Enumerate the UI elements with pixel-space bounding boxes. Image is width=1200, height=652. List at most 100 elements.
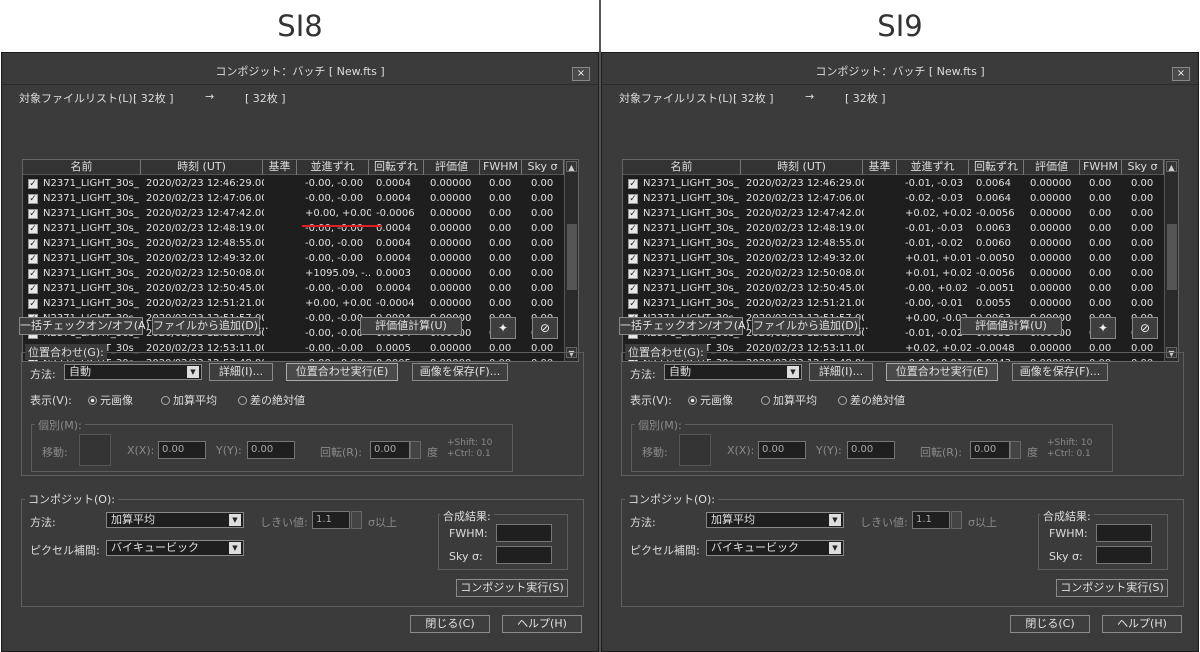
col-fwhm[interactable]: FWHM bbox=[480, 160, 522, 175]
row-checkbox[interactable]: ✓ bbox=[28, 224, 38, 234]
rot-stepper[interactable] bbox=[1010, 441, 1021, 459]
table-row[interactable]: ✓ N2371_LIGHT_30s_... 2020/02/23 12:51:21.… bbox=[623, 296, 1164, 311]
table-row[interactable]: ✓ N2371_LIGHT_30s_... 2020/02/23 12:50:08.… bbox=[623, 266, 1164, 281]
col-eval[interactable]: 評価値 bbox=[424, 160, 480, 175]
table-row[interactable]: ✓ N2371_LIGHT_30s_... 2020/02/23 12:49:32.… bbox=[623, 251, 1164, 266]
radio-original[interactable]: 元画像 bbox=[688, 392, 733, 408]
col-base[interactable]: 基準 bbox=[263, 160, 297, 175]
table-row[interactable]: ✓ N2371_LIGHT_30s_... 2020/02/23 12:48:55.… bbox=[23, 236, 564, 251]
add-from-file-button[interactable]: ファイルから追加(D)... bbox=[152, 317, 269, 335]
close-button[interactable]: 閉じる(C) bbox=[1010, 615, 1090, 633]
list-scrollbar[interactable]: ▲ ▼ bbox=[564, 160, 578, 361]
col-time[interactable]: 時刻 (UT) bbox=[141, 160, 263, 175]
y-input[interactable]: 0.00 bbox=[247, 441, 295, 459]
run-composite-button[interactable]: コンポジット実行(S) bbox=[1056, 579, 1168, 597]
threshold-stepper[interactable] bbox=[951, 511, 962, 529]
rot-input[interactable]: 0.00 bbox=[970, 441, 1010, 459]
threshold-stepper[interactable] bbox=[351, 511, 362, 529]
row-checkbox[interactable]: ✓ bbox=[28, 269, 38, 279]
row-checkbox[interactable]: ✓ bbox=[28, 209, 38, 219]
row-checkbox[interactable]: ✓ bbox=[28, 194, 38, 204]
interp-select[interactable]: バイキュービック ▼ bbox=[106, 540, 244, 556]
radio-add-avg[interactable]: 加算平均 bbox=[761, 392, 817, 408]
radio-original[interactable]: 元画像 bbox=[88, 392, 133, 408]
help-button[interactable]: ヘルプ(H) bbox=[502, 615, 582, 633]
table-row[interactable]: ✓ N2371_LIGHT_30s_... 2020/02/23 12:50:45.… bbox=[23, 281, 564, 296]
close-button[interactable]: 閉じる(C) bbox=[410, 615, 490, 633]
detail-button[interactable]: 詳細(I)... bbox=[809, 363, 873, 381]
measure-tool-icon[interactable]: ⊘ bbox=[532, 317, 558, 339]
table-row[interactable]: ✓ N2371_LIGHT_30s_... 2020/02/23 12:48:55.… bbox=[623, 236, 1164, 251]
eval-calc-button[interactable]: 評価値計算(U) bbox=[360, 317, 462, 335]
col-name[interactable]: 名前 bbox=[23, 160, 141, 175]
run-alignment-button[interactable]: 位置合わせ実行(E) bbox=[286, 363, 398, 381]
table-row[interactable]: ✓ N2371_LIGHT_30s_... 2020/02/23 12:47:42.… bbox=[23, 206, 564, 221]
row-checkbox[interactable]: ✓ bbox=[28, 179, 38, 189]
detail-button[interactable]: 詳細(I)... bbox=[209, 363, 273, 381]
toggle-all-button[interactable]: 一括チェックオン/オフ(A) bbox=[19, 317, 150, 335]
table-row[interactable]: ✓ N2371_LIGHT_30s_... 2020/02/23 12:47:06.… bbox=[623, 191, 1164, 206]
col-rotation[interactable]: 回転ずれ bbox=[369, 160, 424, 175]
scroll-up-icon[interactable]: ▲ bbox=[566, 161, 577, 172]
threshold-input[interactable]: 1.1 bbox=[312, 511, 350, 529]
table-row[interactable]: ✓ N2371_LIGHT_30s_... 2020/02/23 12:47:42.… bbox=[623, 206, 1164, 221]
table-row[interactable]: ✓ N2371_LIGHT_30s_... 2020/02/23 12:50:45.… bbox=[623, 281, 1164, 296]
row-checkbox[interactable]: ✓ bbox=[28, 299, 38, 309]
x-input[interactable]: 0.00 bbox=[758, 441, 806, 459]
row-checkbox[interactable]: ✓ bbox=[628, 224, 638, 234]
table-row[interactable]: ✓ N2371_LIGHT_30s_... 2020/02/23 12:49:32.… bbox=[23, 251, 564, 266]
row-checkbox[interactable]: ✓ bbox=[28, 239, 38, 249]
save-image-button[interactable]: 画像を保存(F)... bbox=[1012, 363, 1108, 381]
col-fwhm[interactable]: FWHM bbox=[1080, 160, 1122, 175]
col-shift[interactable]: 並進ずれ bbox=[897, 160, 969, 175]
row-checkbox[interactable]: ✓ bbox=[628, 179, 638, 189]
star-tool-icon[interactable]: ✦ bbox=[1090, 317, 1116, 339]
run-composite-button[interactable]: コンポジット実行(S) bbox=[456, 579, 568, 597]
col-base[interactable]: 基準 bbox=[863, 160, 897, 175]
table-row[interactable]: ✓ N2371_LIGHT_30s_... 2020/02/23 12:50:08.… bbox=[23, 266, 564, 281]
close-window-button[interactable]: × bbox=[572, 67, 590, 81]
close-window-button[interactable]: × bbox=[1172, 67, 1190, 81]
col-eval[interactable]: 評価値 bbox=[1024, 160, 1080, 175]
radio-abs-diff[interactable]: 差の絶対値 bbox=[838, 392, 905, 408]
radio-add-avg[interactable]: 加算平均 bbox=[161, 392, 217, 408]
list-scrollbar[interactable]: ▲ ▼ bbox=[1164, 160, 1178, 361]
align-method-select[interactable]: 自動 ▼ bbox=[664, 364, 802, 380]
rot-input[interactable]: 0.00 bbox=[370, 441, 410, 459]
col-time[interactable]: 時刻 (UT) bbox=[741, 160, 863, 175]
scroll-thumb[interactable] bbox=[567, 224, 577, 290]
align-method-select[interactable]: 自動 ▼ bbox=[64, 364, 202, 380]
comp-method-select[interactable]: 加算平均 ▼ bbox=[706, 512, 844, 528]
row-checkbox[interactable]: ✓ bbox=[628, 239, 638, 249]
row-checkbox[interactable]: ✓ bbox=[28, 254, 38, 264]
run-alignment-button[interactable]: 位置合わせ実行(E) bbox=[886, 363, 998, 381]
toggle-all-button[interactable]: 一括チェックオン/オフ(A) bbox=[619, 317, 750, 335]
threshold-input[interactable]: 1.1 bbox=[912, 511, 950, 529]
help-button[interactable]: ヘルプ(H) bbox=[1102, 615, 1182, 633]
col-sky[interactable]: Sky σ bbox=[1122, 160, 1164, 175]
row-checkbox[interactable]: ✓ bbox=[628, 269, 638, 279]
row-checkbox[interactable]: ✓ bbox=[628, 284, 638, 294]
col-name[interactable]: 名前 bbox=[623, 160, 741, 175]
col-sky[interactable]: Sky σ bbox=[522, 160, 564, 175]
eval-calc-button[interactable]: 評価値計算(U) bbox=[960, 317, 1062, 335]
table-row[interactable]: ✓ N2371_LIGHT_30s_... 2020/02/23 12:51:21.… bbox=[23, 296, 564, 311]
row-checkbox[interactable]: ✓ bbox=[628, 254, 638, 264]
add-from-file-button[interactable]: ファイルから追加(D)... bbox=[752, 317, 869, 335]
measure-tool-icon[interactable]: ⊘ bbox=[1132, 317, 1158, 339]
row-checkbox[interactable]: ✓ bbox=[628, 194, 638, 204]
scroll-up-icon[interactable]: ▲ bbox=[1166, 161, 1177, 172]
col-rotation[interactable]: 回転ずれ bbox=[969, 160, 1024, 175]
table-row[interactable]: ✓ N2371_LIGHT_30s_... 2020/02/23 12:46:29.… bbox=[623, 176, 1164, 191]
rot-stepper[interactable] bbox=[410, 441, 421, 459]
x-input[interactable]: 0.00 bbox=[158, 441, 206, 459]
star-tool-icon[interactable]: ✦ bbox=[490, 317, 516, 339]
table-row[interactable]: ✓ N2371_LIGHT_30s_... 2020/02/23 12:47:06.… bbox=[23, 191, 564, 206]
table-row[interactable]: ✓ N2371_LIGHT_30s_... 2020/02/23 12:48:19.… bbox=[23, 221, 564, 236]
radio-abs-diff[interactable]: 差の絶対値 bbox=[238, 392, 305, 408]
row-checkbox[interactable]: ✓ bbox=[28, 284, 38, 294]
move-pad-icon[interactable] bbox=[679, 434, 711, 466]
table-row[interactable]: ✓ N2371_LIGHT_30s_... 2020/02/23 12:46:29.… bbox=[23, 176, 564, 191]
scroll-thumb[interactable] bbox=[1167, 224, 1177, 290]
row-checkbox[interactable]: ✓ bbox=[628, 299, 638, 309]
